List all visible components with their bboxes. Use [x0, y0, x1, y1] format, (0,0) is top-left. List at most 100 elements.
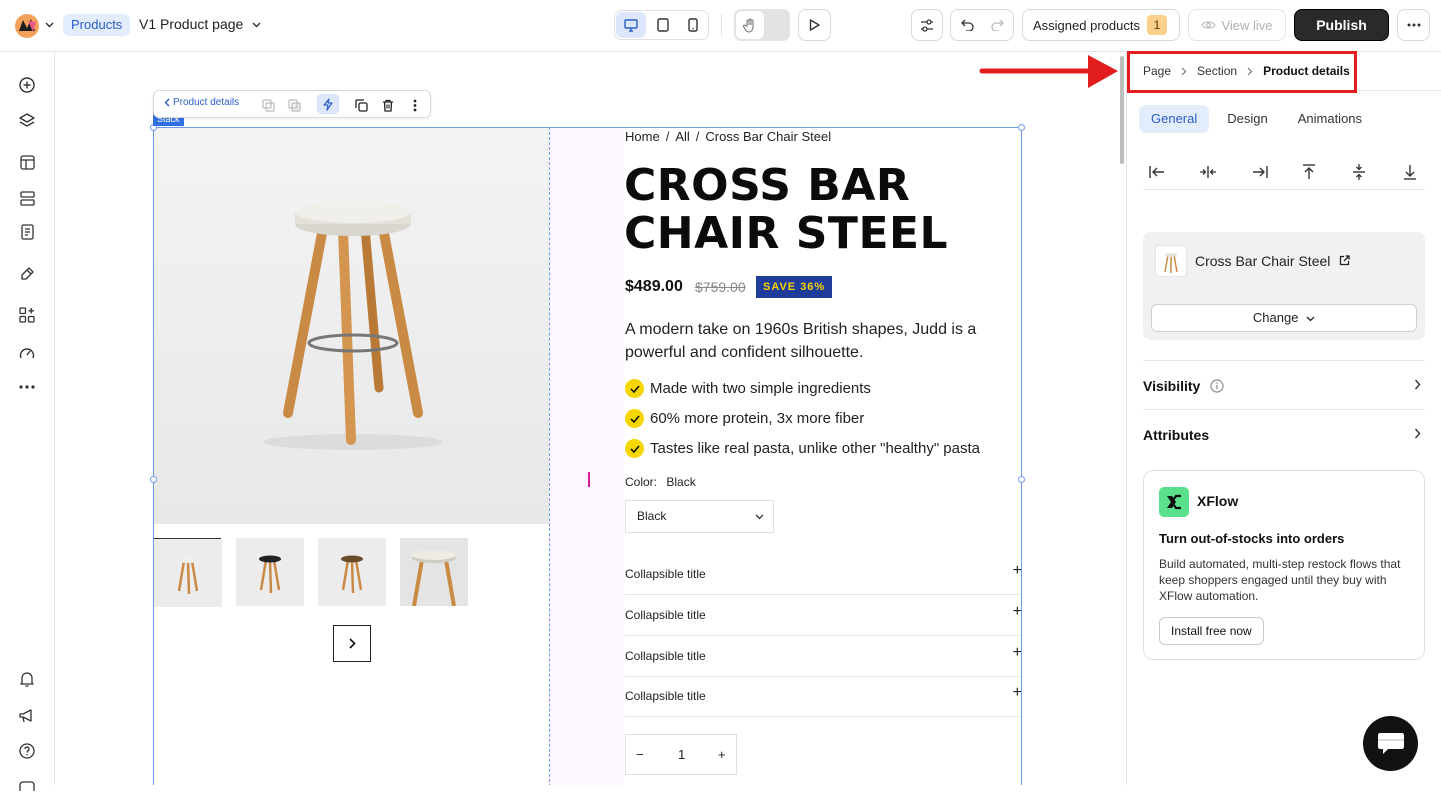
left-sidebar — [0, 52, 55, 791]
chat-bubble-icon — [1377, 732, 1404, 754]
hand-icon — [743, 17, 754, 33]
tab-animations[interactable]: Animations — [1286, 105, 1374, 133]
publish-button[interactable]: Publish — [1294, 9, 1389, 41]
chevron-right-icon — [1414, 426, 1421, 442]
preview-button[interactable] — [798, 9, 831, 41]
xflow-promo-card: XFlow Turn out-of-stocks into orders Bui… — [1143, 470, 1425, 660]
chevron-down-icon — [1306, 316, 1315, 322]
eye-icon — [1201, 21, 1217, 29]
page-name-selector[interactable]: V1 Product page — [139, 16, 261, 32]
align-left-icon[interactable] — [1145, 160, 1169, 184]
resize-handle[interactable] — [150, 476, 157, 483]
tab-design[interactable]: Design — [1215, 105, 1279, 133]
info-icon[interactable] — [1210, 379, 1224, 393]
change-product-button[interactable]: Change — [1151, 304, 1417, 332]
align-bottom-icon[interactable] — [1398, 160, 1422, 184]
help-icon[interactable] — [17, 741, 37, 761]
attributes-label: Attributes — [1143, 427, 1210, 443]
resize-handle[interactable] — [1018, 476, 1025, 483]
products-tag[interactable]: Products — [63, 14, 131, 36]
linked-product-name[interactable]: Cross Bar Chair Steel — [1195, 253, 1350, 269]
resize-handle[interactable] — [1018, 124, 1025, 131]
app-logo[interactable] — [14, 13, 40, 39]
trash-icon[interactable] — [380, 97, 396, 113]
view-live-button[interactable]: View live — [1188, 9, 1286, 41]
sliders-icon — [921, 18, 933, 32]
desktop-icon — [624, 18, 638, 32]
divider — [721, 14, 722, 36]
attributes-row[interactable]: Attributes — [1143, 409, 1425, 458]
alignment-toolbar — [1143, 156, 1425, 190]
lightning-action-icon[interactable] — [317, 94, 339, 114]
notifications-bell-icon[interactable] — [17, 669, 37, 689]
more-horizontal-icon — [1407, 23, 1420, 27]
apps-icon[interactable] — [17, 305, 37, 325]
external-link-icon[interactable] — [1339, 255, 1350, 266]
templates-icon[interactable] — [17, 152, 37, 172]
xflow-headline: Turn out-of-stocks into orders — [1159, 531, 1345, 546]
view-live-label: View live — [1221, 17, 1273, 33]
align-center-horizontal-icon[interactable] — [1196, 160, 1220, 184]
duplicate-element-icon[interactable] — [353, 97, 369, 113]
tablet-view-button[interactable] — [648, 12, 678, 38]
publish-label: Publish — [1316, 17, 1367, 33]
more-apps-icon[interactable] — [17, 377, 37, 397]
align-center-vertical-icon[interactable] — [1347, 160, 1371, 184]
announcements-megaphone-icon[interactable] — [17, 706, 37, 726]
editor-canvas[interactable]: Home / All / Cross Bar Chair Steel Cross Bar… — [55, 52, 1125, 785]
hand-tool-button[interactable] — [736, 11, 764, 39]
align-right-icon[interactable] — [1248, 160, 1272, 184]
duplicate-icon[interactable] — [260, 97, 276, 113]
theme-style-icon[interactable] — [17, 264, 37, 284]
mobile-icon — [688, 18, 698, 32]
pages-icon[interactable] — [17, 222, 37, 242]
canvas-scrollbar[interactable] — [1120, 56, 1124, 164]
linked-product-card: Cross Bar Chair Steel Change — [1143, 232, 1425, 340]
tab-general[interactable]: General — [1139, 105, 1210, 133]
xflow-logo-icon — [1159, 487, 1189, 517]
redo-button[interactable] — [983, 12, 1011, 38]
chat-support-button[interactable] — [1363, 716, 1418, 771]
xflow-brand-name: XFlow — [1197, 493, 1239, 509]
column-divider-guide — [549, 127, 550, 785]
device-switcher — [614, 10, 709, 40]
change-product-label: Change — [1252, 310, 1299, 325]
visibility-label: Visibility — [1143, 378, 1201, 394]
redo-icon — [990, 19, 1004, 31]
tablet-icon — [657, 18, 669, 32]
xflow-description: Build automated, multi-step restock flow… — [1159, 557, 1401, 603]
logo-chevron-down-icon[interactable] — [43, 19, 55, 31]
speed-gauge-icon[interactable] — [17, 343, 37, 363]
copy-style-icon[interactable] — [286, 97, 302, 113]
assigned-products-label: Assigned products — [1033, 17, 1140, 33]
interaction-mode-toggle[interactable] — [734, 9, 790, 41]
settings-panel: Page Section Product details General Des… — [1126, 52, 1441, 785]
add-element-icon[interactable] — [17, 75, 37, 95]
chevron-left-icon — [164, 98, 170, 107]
chevron-right-icon — [1414, 377, 1421, 393]
mobile-view-button[interactable] — [678, 12, 708, 38]
parent-element-button[interactable]: Product details — [164, 97, 239, 108]
align-top-icon[interactable] — [1297, 160, 1321, 184]
more-options-button[interactable] — [1397, 9, 1430, 41]
visibility-row[interactable]: Visibility — [1143, 360, 1425, 409]
page-name-label: V1 Product page — [139, 16, 244, 32]
panel-tabs: General Design Animations — [1139, 105, 1374, 133]
layers-icon[interactable] — [17, 110, 37, 130]
assigned-products-button[interactable]: Assigned products 1 — [1022, 9, 1180, 41]
play-icon — [809, 19, 820, 31]
account-icon[interactable] — [17, 776, 37, 796]
settings-button[interactable] — [911, 9, 943, 41]
linked-product-title: Cross Bar Chair Steel — [1195, 253, 1331, 269]
more-vertical-icon[interactable] — [407, 97, 423, 113]
install-free-button[interactable]: Install free now — [1159, 617, 1264, 645]
top-bar: Products V1 Product page Assigned produc… — [0, 0, 1441, 52]
linked-product-thumbnail — [1155, 245, 1187, 277]
selection-outline — [153, 127, 1022, 785]
visibility-label-group: Visibility — [1143, 378, 1224, 394]
sections-icon[interactable] — [17, 188, 37, 208]
undo-redo-group — [950, 9, 1014, 41]
desktop-view-button[interactable] — [616, 12, 646, 38]
parent-element-label: Product details — [173, 97, 240, 108]
undo-button[interactable] — [953, 12, 981, 38]
